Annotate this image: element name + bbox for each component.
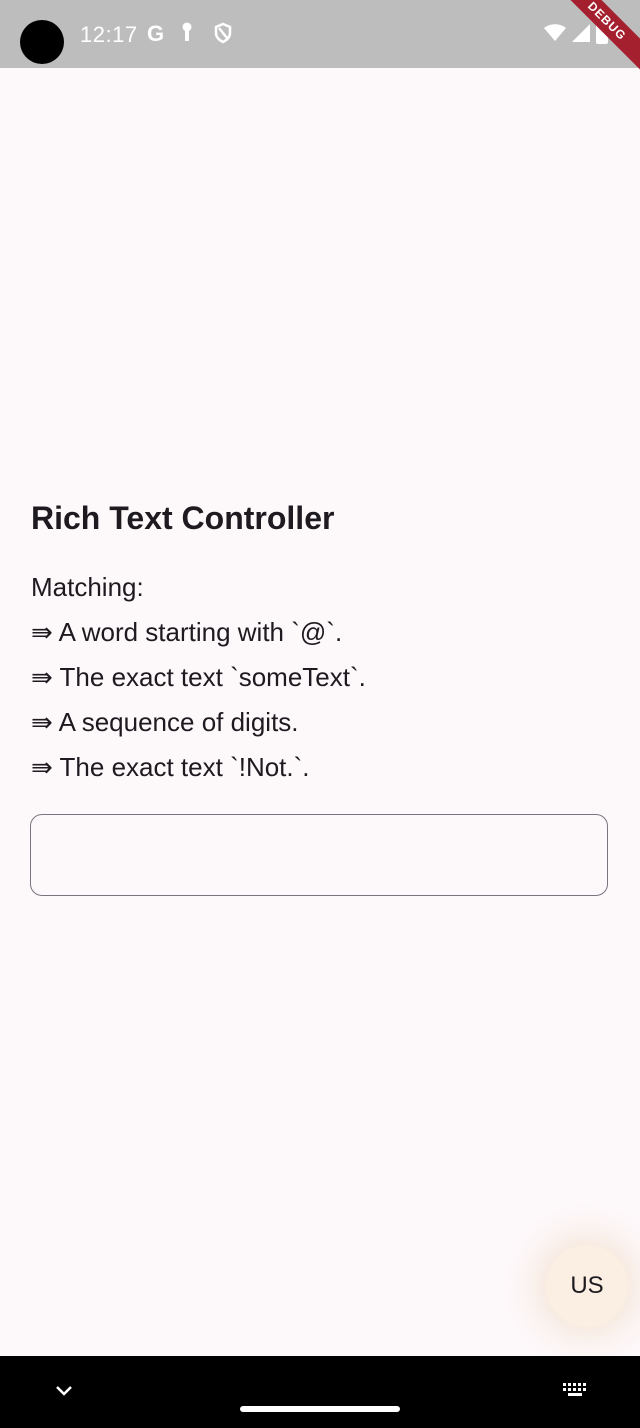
rich-text-input[interactable] bbox=[30, 814, 608, 896]
home-handle[interactable] bbox=[240, 1406, 400, 1412]
rule-digits: ⇛ A sequence of digits. bbox=[31, 707, 299, 737]
locale-fab-button[interactable]: US bbox=[546, 1245, 628, 1327]
status-time: 12:17 bbox=[80, 22, 138, 47]
rule-some-text: ⇛ The exact text `someText`. bbox=[31, 662, 366, 692]
signal-icon bbox=[572, 24, 590, 47]
matching-rules: Matching: ⇛ A word starting with `@`. ⇛ … bbox=[31, 565, 366, 790]
status-bar: 12:17 G DEBUG bbox=[0, 0, 640, 82]
wifi-icon bbox=[544, 24, 566, 47]
fab-label: US bbox=[570, 1272, 604, 1299]
rule-not-text: ⇛ The exact text `!Not.`. bbox=[31, 752, 310, 782]
app-screen: 12:17 G DEBUG Rich Text Controller Match… bbox=[0, 0, 640, 1428]
key-icon bbox=[181, 22, 193, 48]
shield-icon bbox=[213, 22, 233, 50]
camera-cutout bbox=[20, 20, 64, 64]
google-icon: G bbox=[147, 21, 165, 46]
keyboard-icon[interactable] bbox=[562, 1382, 588, 1398]
matching-header: Matching: bbox=[31, 572, 144, 602]
chevron-down-icon[interactable] bbox=[54, 1378, 74, 1404]
page-title: Rich Text Controller bbox=[31, 500, 335, 536]
navigation-bar bbox=[0, 1356, 640, 1428]
rule-at-word: ⇛ A word starting with `@`. bbox=[31, 617, 343, 647]
